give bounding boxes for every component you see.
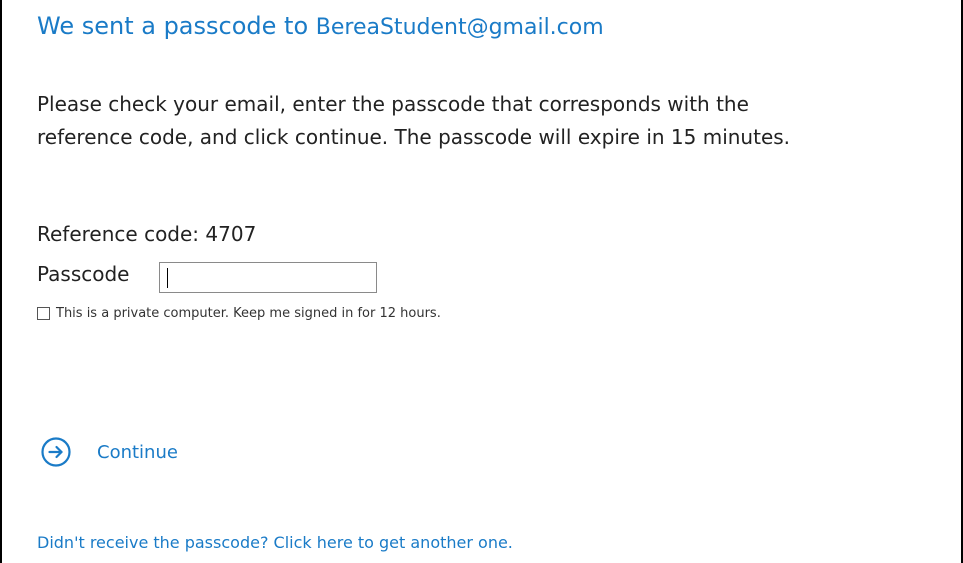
instructions-text: Please check your email, enter the passc… (37, 88, 937, 154)
keep-signed-in-checkbox[interactable] (37, 307, 50, 320)
instructions-line-1: Please check your email, enter the passc… (37, 92, 749, 116)
continue-label[interactable]: Continue (97, 442, 178, 463)
keep-signed-in-label[interactable]: This is a private computer. Keep me sign… (56, 306, 441, 321)
text-caret (167, 268, 168, 288)
passcode-input[interactable] (159, 262, 377, 293)
passcode-page: We sent a passcode to BereaStudent@gmail… (0, 0, 963, 563)
reference-code: Reference code: 4707 (37, 222, 257, 246)
keep-signed-in-row[interactable]: This is a private computer. Keep me sign… (37, 306, 441, 321)
page-title-prefix: We sent a passcode to (37, 12, 309, 40)
recipient-email: BereaStudent@gmail.com (315, 15, 604, 40)
instructions-line-2: reference code, and click continue. The … (37, 125, 791, 149)
page-title: We sent a passcode to BereaStudent@gmail… (37, 12, 604, 40)
continue-button[interactable]: Continue (40, 436, 178, 468)
arrow-circle-icon[interactable] (40, 436, 72, 468)
resend-passcode-link[interactable]: Didn't receive the passcode? Click here … (37, 533, 513, 552)
passcode-label: Passcode (37, 262, 130, 286)
